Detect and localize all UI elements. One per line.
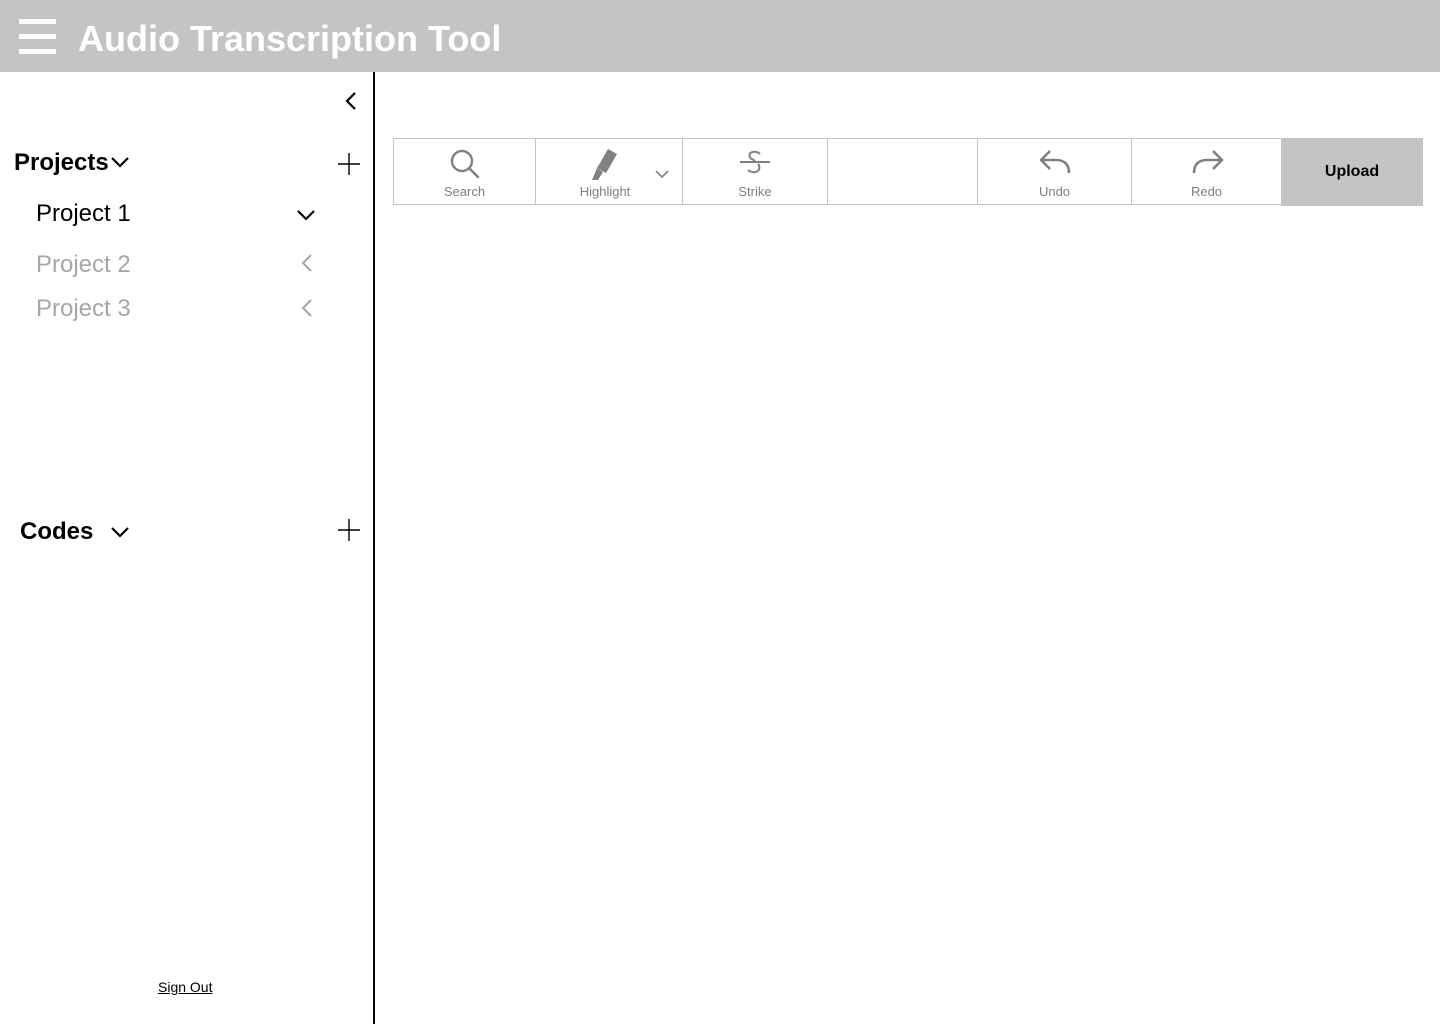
undo-button[interactable]: Undo (977, 138, 1132, 205)
projects-chevron-down-icon[interactable] (110, 155, 130, 169)
project-label: Project 2 (36, 251, 131, 278)
project-label: Project 3 (36, 295, 131, 322)
sign-out-link[interactable]: Sign Out (158, 978, 212, 996)
undo-label: Undo (1038, 184, 1071, 199)
project-label: Project 1 (36, 200, 131, 227)
sidebar-divider (373, 72, 375, 1024)
highlight-button[interactable]: Highlight (535, 138, 683, 205)
redo-button[interactable]: Redo (1131, 138, 1282, 205)
app-header: Audio Transcription Tool (0, 0, 1440, 72)
sidebar: Projects Project 1 Project 2 Project 3 C… (0, 72, 374, 1024)
strike-label: Strike (738, 184, 772, 199)
strike-button[interactable]: Strike (682, 138, 828, 205)
chevron-left-icon (301, 299, 312, 317)
undo-icon (1039, 150, 1071, 174)
chevron-down-icon (655, 170, 669, 179)
plus-icon (338, 519, 360, 541)
redo-icon (1192, 150, 1224, 174)
codes-section-title: Codes (20, 518, 94, 545)
project-item-2[interactable]: Project 2 (36, 249, 326, 285)
plus-icon (338, 153, 360, 175)
chevron-down-icon (297, 210, 315, 221)
redo-label: Redo (1190, 184, 1223, 199)
search-label: Search (443, 184, 486, 199)
highlighter-icon (592, 149, 617, 180)
search-icon (450, 149, 480, 179)
codes-chevron-down-icon[interactable] (110, 525, 130, 539)
strikethrough-icon (740, 150, 770, 174)
search-button[interactable]: Search (393, 138, 536, 205)
editor-toolbar: Search Highlight Strike Undo Redo Upload (393, 138, 1423, 206)
highlight-label: Highlight (579, 184, 631, 199)
collapse-sidebar-icon[interactable] (340, 90, 362, 112)
project-item-3[interactable]: Project 3 (36, 293, 326, 329)
empty-tool-slot (827, 138, 978, 205)
add-project-button[interactable] (337, 152, 361, 176)
projects-section-title: Projects (14, 149, 109, 176)
add-code-button[interactable] (337, 518, 361, 542)
chevron-left-icon (301, 254, 312, 272)
hamburger-menu-icon[interactable] (19, 19, 56, 55)
upload-button[interactable]: Upload (1281, 138, 1423, 206)
project-item-1[interactable]: Project 1 (36, 198, 326, 234)
app-title: Audio Transcription Tool (78, 18, 502, 59)
